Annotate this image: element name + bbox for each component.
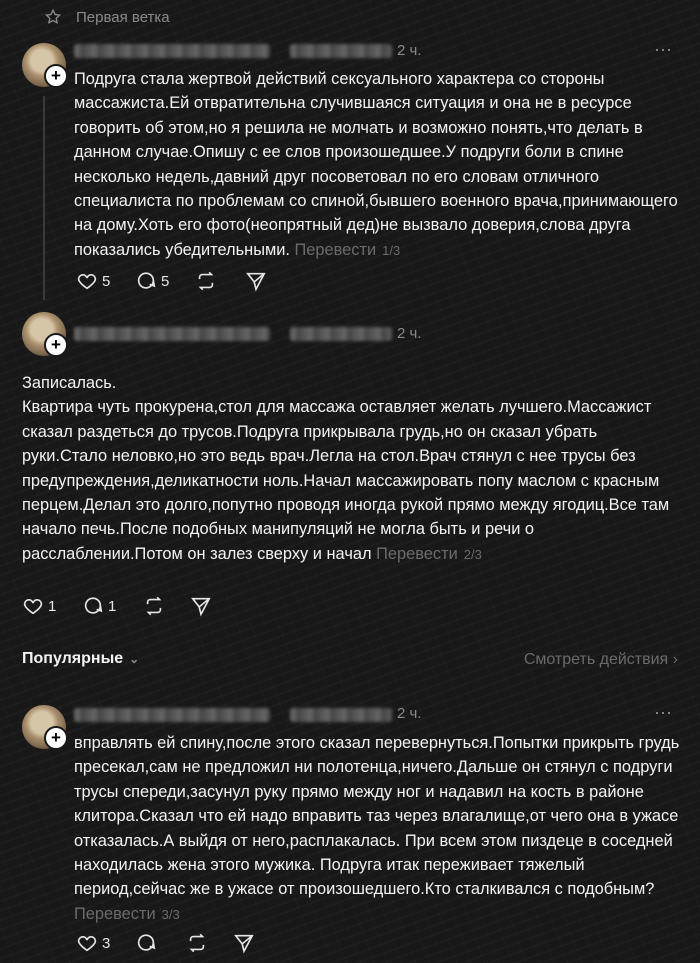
username-blurred[interactable] — [74, 327, 270, 341]
popular-label: Популярные — [22, 650, 124, 667]
share-button[interactable] — [190, 595, 212, 617]
post-body: Записалась. Квартира чуть прокурена,стол… — [22, 371, 684, 567]
more-options-icon[interactable]: ⋯ — [654, 703, 673, 724]
repost-button[interactable] — [195, 270, 217, 292]
branch-label: Первая ветка — [76, 9, 170, 26]
heart-icon — [77, 936, 97, 952]
reply-count: 5 — [161, 272, 170, 290]
post-time: 2 ч. — [397, 42, 422, 59]
repost-icon — [146, 596, 162, 616]
like-button[interactable]: 3 — [76, 932, 110, 954]
thread-line — [43, 96, 45, 300]
chevron-down-icon: ⌄ — [129, 652, 140, 666]
user-meta-blurred — [290, 327, 392, 341]
like-count: 5 — [102, 272, 111, 290]
post-text: вправлять ей спину,после этого сказал пе… — [74, 734, 684, 899]
username-blurred[interactable] — [74, 708, 270, 722]
user-meta-blurred — [290, 44, 392, 58]
comment-icon — [137, 272, 156, 289]
see-actions-link[interactable]: Смотреть действия › — [524, 651, 678, 669]
comment-icon — [84, 597, 103, 614]
post-text: Подруга стала жертвой действий сексуальн… — [74, 70, 683, 259]
page-counter: 2/3 — [463, 546, 482, 562]
post-time: 2 ч. — [397, 705, 422, 722]
translate-link[interactable]: Перевести — [376, 545, 458, 563]
send-icon — [234, 934, 254, 954]
follow-plus-icon[interactable]: + — [44, 333, 68, 357]
heart-icon — [23, 599, 43, 615]
see-actions-label: Смотреть действия — [523, 651, 669, 668]
translate-link[interactable]: Перевести — [74, 905, 156, 923]
post-body: вправлять ей спину,после этого сказал пе… — [74, 731, 684, 927]
repost-icon — [189, 933, 205, 953]
reply-count: 1 — [108, 597, 117, 615]
user-meta-blurred — [290, 708, 392, 722]
send-icon — [246, 272, 266, 292]
share-button[interactable] — [233, 932, 255, 954]
send-icon — [191, 597, 211, 617]
chevron-right-icon: › — [672, 651, 678, 668]
page-counter: 1/3 — [382, 242, 401, 258]
like-count: 1 — [48, 597, 57, 615]
repost-button[interactable] — [186, 932, 208, 954]
share-button[interactable] — [245, 270, 267, 292]
page-counter: 3/3 — [161, 906, 180, 922]
reply-button[interactable] — [135, 932, 157, 954]
reply-button[interactable]: 5 — [135, 270, 169, 292]
heart-icon — [77, 274, 97, 290]
post-text: Записалась. Квартира чуть прокурена,стол… — [22, 374, 670, 563]
translate-link[interactable]: Перевести — [295, 241, 377, 259]
username-blurred[interactable] — [74, 44, 270, 58]
post-time: 2 ч. — [397, 325, 422, 342]
follow-plus-icon[interactable]: + — [44, 726, 68, 750]
post-body: Подруга стала жертвой действий сексуальн… — [74, 67, 684, 263]
repost-icon — [198, 271, 214, 291]
follow-plus-icon[interactable]: + — [44, 64, 68, 88]
comment-icon — [137, 934, 156, 951]
like-button[interactable]: 1 — [22, 595, 56, 617]
more-options-icon[interactable]: ⋯ — [654, 40, 673, 61]
like-button[interactable]: 5 — [76, 270, 110, 292]
reply-button[interactable]: 1 — [82, 595, 116, 617]
like-count: 3 — [102, 934, 111, 952]
star-icon[interactable] — [44, 8, 62, 26]
popular-sort-dropdown[interactable]: Популярные ⌄ — [22, 650, 139, 668]
repost-button[interactable] — [143, 595, 165, 617]
